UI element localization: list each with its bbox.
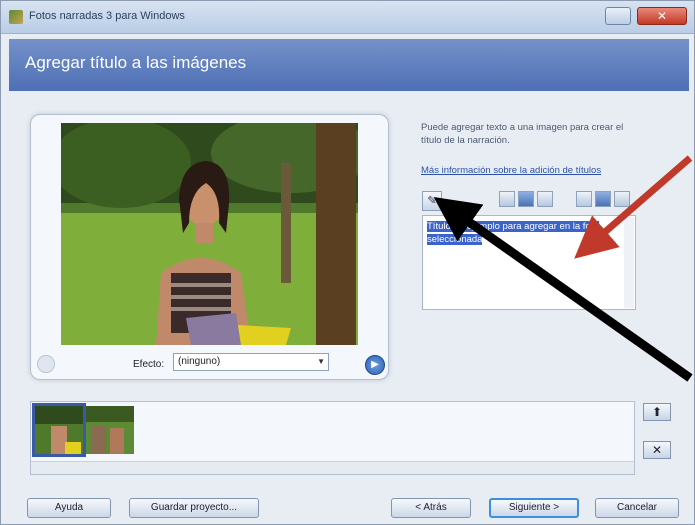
effect-dropdown[interactable]: (ninguno) ▼ xyxy=(173,353,329,371)
page-header: Agregar título a las imágenes xyxy=(9,39,689,91)
back-button[interactable]: < Atrás xyxy=(391,498,471,518)
next-button[interactable]: Siguiente > xyxy=(489,498,579,518)
thumbnail-2[interactable] xyxy=(86,406,134,454)
close-button[interactable]: ✕ xyxy=(637,7,687,25)
align-button-3[interactable] xyxy=(614,191,630,207)
window-title: Fotos narradas 3 para Windows xyxy=(29,10,185,22)
filmstrip xyxy=(30,401,635,475)
font-button[interactable]: ✎ xyxy=(422,191,442,211)
save-project-button[interactable]: Guardar proyecto... xyxy=(129,498,259,518)
align-button-1[interactable] xyxy=(576,191,592,207)
filmstrip-scrollbar[interactable] xyxy=(31,461,634,474)
previous-photo-button[interactable] xyxy=(37,355,55,373)
next-photo-button[interactable]: ▶ xyxy=(365,355,385,375)
minimize-button[interactable] xyxy=(605,7,631,25)
remove-photo-button[interactable]: ✕ xyxy=(643,441,671,459)
chevron-down-icon: ▼ xyxy=(317,357,325,366)
move-up-button[interactable]: ⬆ xyxy=(643,403,671,421)
caption-text-area[interactable]: Título de ejemplo para agregar en la fot… xyxy=(422,215,636,310)
photo-preview xyxy=(61,123,358,345)
caption-info-text: Puede agregar texto a una imagen para cr… xyxy=(421,122,624,146)
page-title: Agregar título a las imágenes xyxy=(25,53,247,72)
effect-dropdown-value: (ninguno) xyxy=(178,356,221,367)
effect-label: Efecto: xyxy=(133,359,165,370)
thumbnail-1[interactable] xyxy=(32,403,86,457)
format-button-3[interactable] xyxy=(537,191,553,207)
format-button-1[interactable] xyxy=(499,191,515,207)
caption-selected-text: Título de ejemplo para agregar en la fot… xyxy=(427,221,599,245)
format-button-2[interactable] xyxy=(518,191,534,207)
align-button-2[interactable] xyxy=(595,191,611,207)
more-info-link[interactable]: Más información sobre la adición de títu… xyxy=(421,164,621,177)
preview-panel: Efecto: (ninguno) ▼ ▶ xyxy=(30,114,389,380)
pencil-icon: ✎ xyxy=(427,195,437,207)
app-window: Fotos narradas 3 para Windows ✕ Agregar … xyxy=(0,0,695,525)
caption-scrollbar[interactable] xyxy=(624,217,634,308)
title-bar[interactable]: Fotos narradas 3 para Windows ✕ xyxy=(1,1,694,34)
help-button[interactable]: Ayuda xyxy=(27,498,111,518)
app-icon xyxy=(9,10,23,24)
cancel-button[interactable]: Cancelar xyxy=(595,498,679,518)
